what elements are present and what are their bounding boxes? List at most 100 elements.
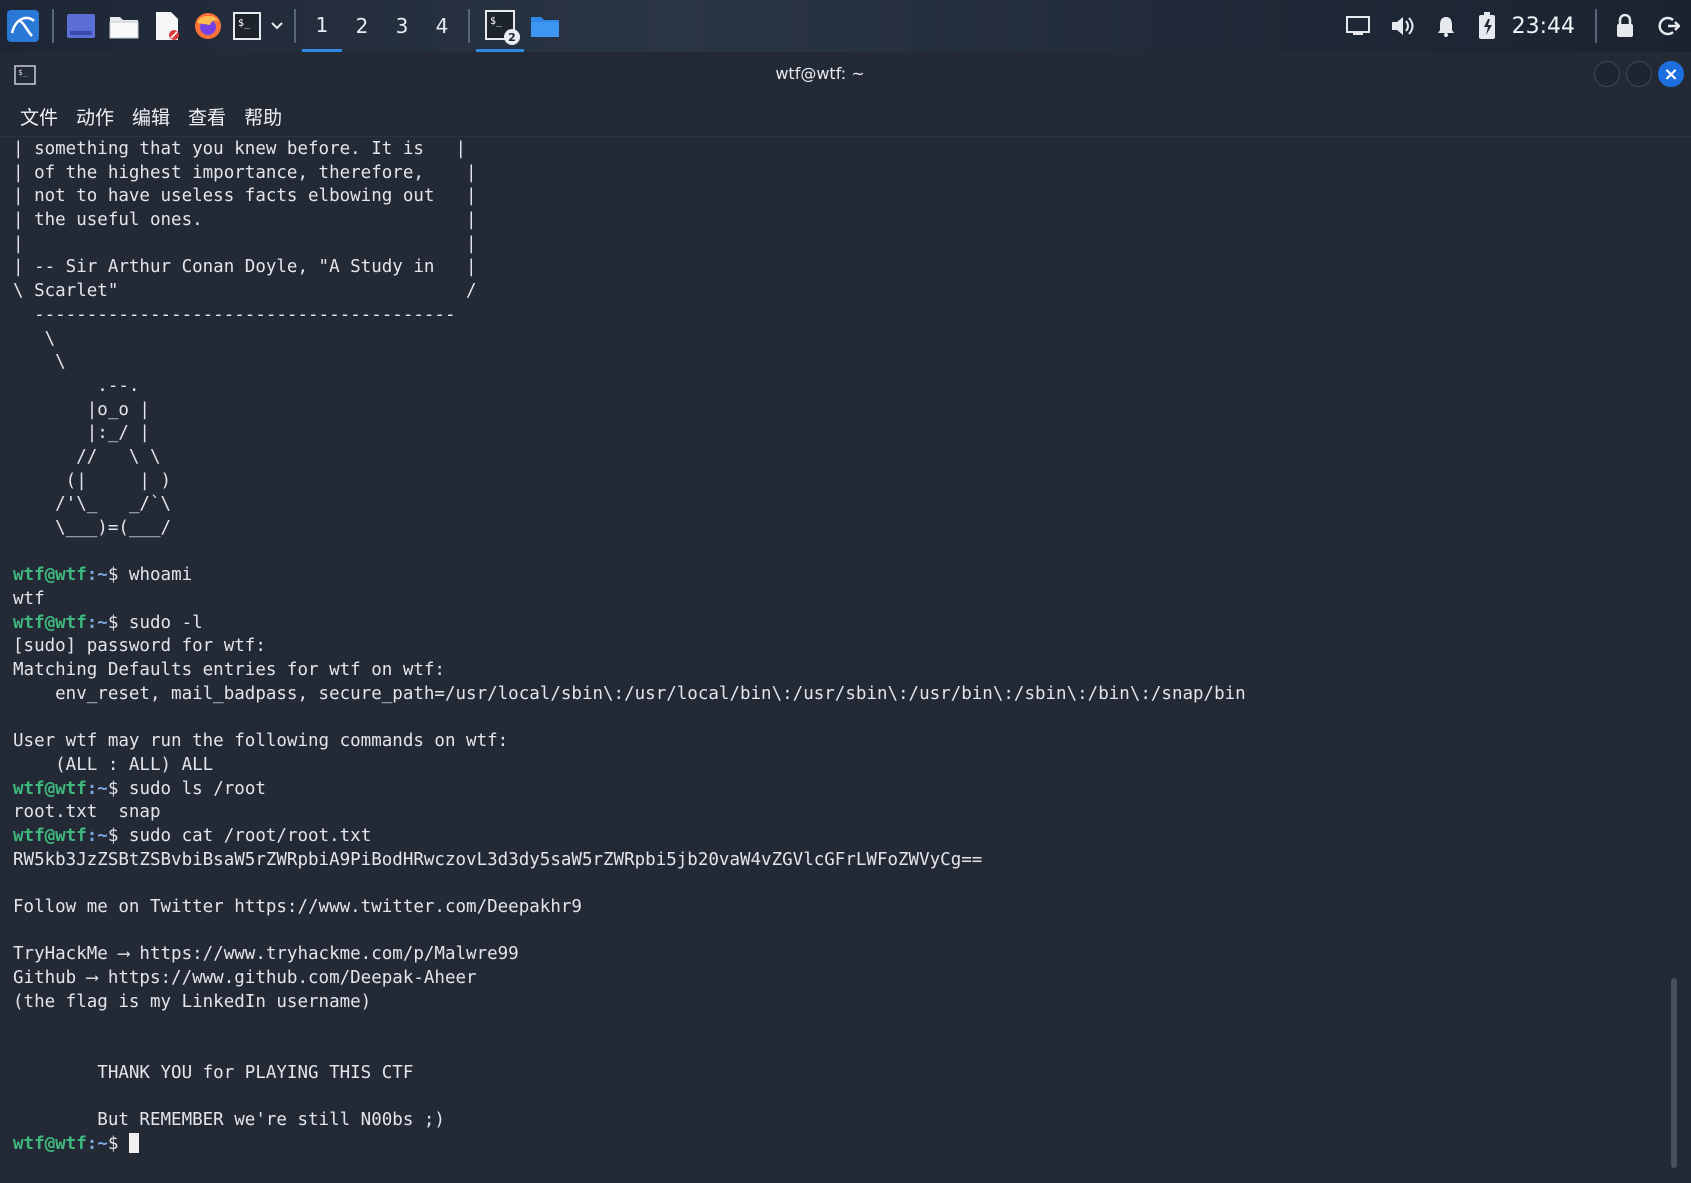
terminal-prompt-line: wtf@wtf:~$ sudo cat /root/root.txt bbox=[13, 825, 1663, 849]
prompt-dir: :~ bbox=[86, 778, 108, 799]
workspace-2[interactable]: 2 bbox=[342, 0, 382, 52]
prompt-user: wtf@wtf bbox=[13, 565, 87, 586]
terminal-line: wtf bbox=[13, 589, 45, 610]
window-title: wtf@wtf: ~ bbox=[775, 64, 865, 83]
menu-help[interactable]: 帮助 bbox=[244, 103, 282, 130]
prompt-sign: $ bbox=[107, 612, 129, 633]
terminal-line: | something that you knew before. It is … bbox=[13, 139, 467, 159]
terminal-output[interactable]: | something that you knew before. It is … bbox=[13, 138, 1663, 1178]
terminal-line: | of the highest importance, therefore, … bbox=[13, 162, 477, 183]
prompt-dir: :~ bbox=[86, 565, 108, 586]
terminal-line: \ bbox=[13, 328, 56, 349]
terminal-line: \ bbox=[13, 352, 66, 373]
command-text: sudo ls /root bbox=[128, 778, 266, 799]
terminal-line: (ALL : ALL) ALL bbox=[13, 754, 214, 775]
command-text: sudo -l bbox=[128, 612, 203, 633]
panel-separator bbox=[52, 9, 54, 43]
terminal-window: $_ wtf@wtf: ~ × 文件 动作 编辑 查看 帮助 | somethi… bbox=[0, 52, 1691, 1183]
prompt-user: wtf@wtf bbox=[13, 1133, 87, 1154]
prompt-sign: $ bbox=[107, 778, 129, 799]
chevron-down-icon[interactable] bbox=[266, 0, 288, 52]
terminal-line: root.txt snap bbox=[13, 802, 161, 823]
terminal-line: \ Scarlet" / bbox=[13, 281, 477, 302]
prompt-user: wtf@wtf bbox=[13, 612, 87, 633]
terminal-line: | the useful ones. | bbox=[13, 210, 477, 231]
power-battery-icon[interactable] bbox=[1468, 0, 1506, 52]
window-titlebar[interactable]: $_ wtf@wtf: ~ × bbox=[0, 52, 1691, 96]
terminal-line: .--. bbox=[13, 375, 140, 396]
terminal-line: ---------------------------------------- bbox=[13, 304, 456, 325]
prompt-dir: :~ bbox=[86, 825, 108, 846]
svg-text:$_: $_ bbox=[490, 16, 503, 27]
window-count-badge: 2 bbox=[504, 29, 520, 45]
terminal-prompt-line: wtf@wtf:~$ sudo ls /root bbox=[13, 778, 1663, 802]
file-manager-icon[interactable] bbox=[102, 0, 146, 52]
text-editor-icon[interactable] bbox=[146, 0, 188, 52]
terminal-line: |o_o | bbox=[13, 399, 150, 420]
terminal-line: | -- Sir Arthur Conan Doyle, "A Study in… bbox=[13, 257, 477, 278]
show-desktop-icon[interactable] bbox=[60, 0, 102, 52]
clock[interactable]: 23:44 bbox=[1512, 14, 1575, 39]
panel-separator bbox=[1595, 9, 1597, 43]
terminal-line: [sudo] password for wtf: bbox=[13, 636, 266, 657]
terminal-line: Github ⟶ https://www.github.com/Deepak-A… bbox=[13, 968, 477, 989]
prompt-sign: $ bbox=[107, 825, 129, 846]
maximize-button[interactable] bbox=[1626, 61, 1652, 87]
terminal-line: RW5kb3JzZSBtZSBvbiBsaW5rZWRpbiA9PiBodHRw… bbox=[13, 849, 983, 870]
workspace-3[interactable]: 3 bbox=[382, 0, 422, 52]
command-text: sudo cat /root/root.txt bbox=[128, 825, 372, 846]
kali-menu-icon[interactable] bbox=[0, 0, 46, 52]
terminal-line: TryHackMe ⟶ https://www.tryhackme.com/p/… bbox=[13, 944, 519, 965]
prompt-sign: $ bbox=[107, 565, 129, 586]
taskbar-terminal-button[interactable]: $_ 2 bbox=[476, 0, 524, 52]
prompt-user: wtf@wtf bbox=[13, 825, 87, 846]
system-tray: 23:44 bbox=[1336, 0, 1691, 52]
volume-icon[interactable] bbox=[1380, 0, 1424, 52]
workspace-1[interactable]: 1 bbox=[302, 0, 342, 52]
terminal-line: User wtf may run the following commands … bbox=[13, 731, 509, 752]
taskbar-folder-button[interactable] bbox=[524, 0, 566, 52]
terminal-prompt-line: wtf@wtf:~$ whoami bbox=[13, 564, 1663, 588]
terminal-line: /'\_ _/`\ bbox=[13, 494, 172, 515]
workspace-4[interactable]: 4 bbox=[422, 0, 462, 52]
terminal-prompt-line: wtf@wtf:~$ bbox=[13, 1132, 1663, 1157]
prompt-sign: $ bbox=[107, 1133, 129, 1154]
prompt-dir: :~ bbox=[86, 612, 108, 633]
terminal-line: | | bbox=[13, 233, 477, 254]
terminal-line: // \ \ bbox=[13, 446, 161, 467]
terminal-line: THANK YOU for PLAYING THIS CTF bbox=[13, 1062, 414, 1083]
terminal-line: |:_/ | bbox=[13, 423, 150, 444]
menu-file[interactable]: 文件 bbox=[20, 103, 58, 130]
minimize-button[interactable] bbox=[1594, 61, 1620, 87]
terminal-line: (| | ) bbox=[13, 470, 172, 491]
menu-view[interactable]: 查看 bbox=[188, 103, 226, 130]
panel-separator bbox=[468, 9, 470, 43]
display-icon[interactable] bbox=[1336, 0, 1380, 52]
lock-icon[interactable] bbox=[1603, 0, 1647, 52]
top-panel: $_ 1 2 3 4 $_ 2 23:44 bbox=[0, 0, 1691, 52]
terminal-scrollbar[interactable] bbox=[1671, 978, 1677, 1168]
close-button[interactable]: × bbox=[1658, 61, 1684, 87]
menu-actions[interactable]: 动作 bbox=[76, 103, 114, 130]
prompt-user: wtf@wtf bbox=[13, 778, 87, 799]
terminal-line: | not to have useless facts elbowing out… bbox=[13, 186, 477, 207]
panel-separator bbox=[294, 9, 296, 43]
logout-icon[interactable] bbox=[1647, 0, 1691, 52]
terminal-prompt-line: wtf@wtf:~$ sudo -l bbox=[13, 612, 1663, 636]
terminal-line: But REMEMBER we're still N00bs ;) bbox=[13, 1110, 445, 1131]
terminal-launcher-icon[interactable]: $_ bbox=[228, 0, 266, 52]
menu-edit[interactable]: 编辑 bbox=[132, 103, 170, 130]
prompt-dir: :~ bbox=[86, 1133, 108, 1154]
terminal-line: Matching Defaults entries for wtf on wtf… bbox=[13, 660, 445, 681]
terminal-line: Follow me on Twitter https://www.twitter… bbox=[13, 897, 582, 917]
firefox-icon[interactable] bbox=[188, 0, 228, 52]
notification-bell-icon[interactable] bbox=[1424, 0, 1468, 52]
terminal-line: \___)=(___/ bbox=[13, 518, 172, 538]
